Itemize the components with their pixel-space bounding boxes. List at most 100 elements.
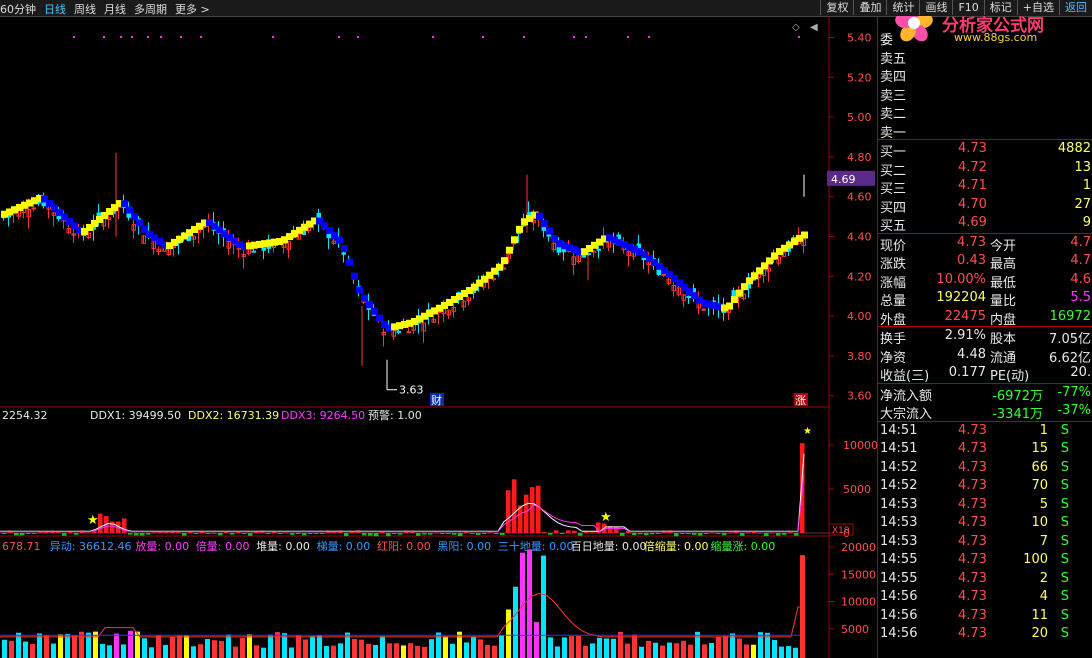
sell-label: 卖五 xyxy=(880,51,907,67)
tick-time: 14:52 xyxy=(880,459,918,475)
sell-row: 卖五 xyxy=(878,47,1092,67)
toolbar-button-0[interactable]: 复权 xyxy=(820,0,853,15)
ddx-bar xyxy=(578,533,583,536)
tick-price: 4.73 xyxy=(958,552,987,567)
volume-bar xyxy=(436,632,441,658)
sell-label: 卖二 xyxy=(880,107,907,122)
ddx-bar xyxy=(476,533,481,535)
tick-price: 4.73 xyxy=(958,478,987,493)
quote-label: 总量 xyxy=(880,294,907,309)
ddx-bar xyxy=(524,494,529,533)
tick-side: S xyxy=(1060,589,1069,604)
quote-value: 22475 xyxy=(944,308,986,324)
price-tick-label: 5.40 xyxy=(847,32,872,45)
tab-5[interactable]: 更多 > xyxy=(175,3,210,16)
volume-bar xyxy=(212,640,217,658)
volume-bar xyxy=(121,644,126,658)
volume-bar xyxy=(205,639,210,658)
volume-bar xyxy=(338,643,343,658)
sell-row: 卖二 xyxy=(878,102,1092,122)
ddx-bar xyxy=(692,533,697,535)
star-icon: ★ xyxy=(87,513,99,528)
candle-body xyxy=(406,331,411,334)
flow-label: 净流入额 xyxy=(880,388,933,404)
ddx-bar xyxy=(710,532,715,534)
ddx-bar xyxy=(536,485,541,533)
volume-bar xyxy=(324,646,329,658)
volume-bar xyxy=(534,622,539,658)
tab-1[interactable]: 日线 xyxy=(44,3,66,16)
ddx-bar xyxy=(314,533,319,534)
toolbar-button-5[interactable]: 标记 xyxy=(983,0,1017,15)
tick-vol: 10 xyxy=(1031,515,1048,530)
chart-area[interactable]: 5.40 5.20 5.00 4.80 4.60 4.40 4.20 4.00 3.80 3.60… xyxy=(0,16,877,658)
tab-0[interactable]: 60分钟 xyxy=(0,3,36,16)
trend-band-block xyxy=(371,307,378,315)
tick-vol: 15 xyxy=(1031,441,1048,456)
quote-row: 现价 4.73 今开 4.7 xyxy=(878,234,1092,254)
volume-bar xyxy=(751,644,756,658)
tick-side: S xyxy=(1060,459,1069,475)
tick-row: 14:52 4.73 70 S xyxy=(878,477,1092,496)
ddx-bar xyxy=(728,532,733,534)
volume-bar xyxy=(499,635,504,658)
finance-value-2: 6.62亿 xyxy=(1049,350,1091,366)
flow-row: 净流入额 -6972万 -77% xyxy=(878,384,1092,404)
volume-bar xyxy=(688,644,693,658)
ddx-bar xyxy=(248,533,253,536)
volume-bar xyxy=(639,646,644,658)
quote-label: 涨幅 xyxy=(880,275,907,291)
ddx-bar xyxy=(290,533,295,535)
toolbar-button-4[interactable]: F10 xyxy=(952,0,983,15)
finance-label: 收益(三) xyxy=(880,369,930,384)
trend-band-block xyxy=(506,246,513,254)
toolbar-button-1[interactable]: 叠加 xyxy=(853,0,886,15)
buy-vol: 1 xyxy=(1082,178,1091,193)
signal-dot xyxy=(131,36,133,38)
signal-dot xyxy=(482,36,484,38)
volume-bar xyxy=(429,639,434,658)
volume-bar xyxy=(345,632,350,658)
toolbar-button-2[interactable]: 统计 xyxy=(886,0,919,15)
tick-side: S xyxy=(1060,478,1069,493)
signal-dot xyxy=(147,36,149,38)
toolbar-button-3[interactable]: 画线 xyxy=(919,0,952,15)
volume-bar xyxy=(72,635,77,658)
finance-label-2: 股本 xyxy=(990,332,1017,347)
volume-bar xyxy=(366,643,371,658)
buy-vol: 27 xyxy=(1074,196,1091,212)
trend-band-block xyxy=(541,220,548,228)
trend-band-block xyxy=(516,225,523,233)
quote-value-2: 16972 xyxy=(1049,308,1091,324)
candle-body xyxy=(261,247,266,251)
tab-2[interactable]: 周线 xyxy=(74,3,96,16)
toolbar-button-7[interactable]: 返回 xyxy=(1059,0,1092,15)
candle-body xyxy=(701,308,706,311)
volume-bar xyxy=(646,640,651,658)
tick-vol: 100 xyxy=(1023,552,1048,567)
signal-dot xyxy=(272,36,274,38)
volume-bar xyxy=(415,645,420,658)
ddx-bar xyxy=(398,533,403,535)
vol-header-item-11: 缩量涨: 0.00 xyxy=(711,540,776,553)
toolbar-button-6[interactable]: +自选 xyxy=(1016,0,1059,15)
tick-row: 14:53 4.73 7 S xyxy=(878,533,1092,552)
candle-body xyxy=(251,250,256,253)
volume-bar xyxy=(380,636,385,658)
tick-side: S xyxy=(1060,570,1069,586)
tick-row: 14:55 4.73 100 S xyxy=(878,551,1092,570)
buy-price: 4.69 xyxy=(958,215,987,230)
tab-3[interactable]: 月线 xyxy=(104,3,126,16)
candle-body xyxy=(596,248,601,251)
tick-row: 14:53 4.73 5 S xyxy=(878,496,1092,515)
ddx-bar xyxy=(530,487,535,533)
signal-dot xyxy=(432,36,434,38)
ddx-bar xyxy=(206,533,211,534)
candle-body xyxy=(31,207,36,210)
tick-price: 4.73 xyxy=(958,626,987,641)
tick-row: 14:53 4.73 10 S xyxy=(878,514,1092,533)
volume-bar xyxy=(247,634,252,658)
tick-vol: 4 xyxy=(1039,589,1048,604)
tab-4[interactable]: 多周期 xyxy=(134,3,167,16)
signal-dot xyxy=(648,36,650,38)
